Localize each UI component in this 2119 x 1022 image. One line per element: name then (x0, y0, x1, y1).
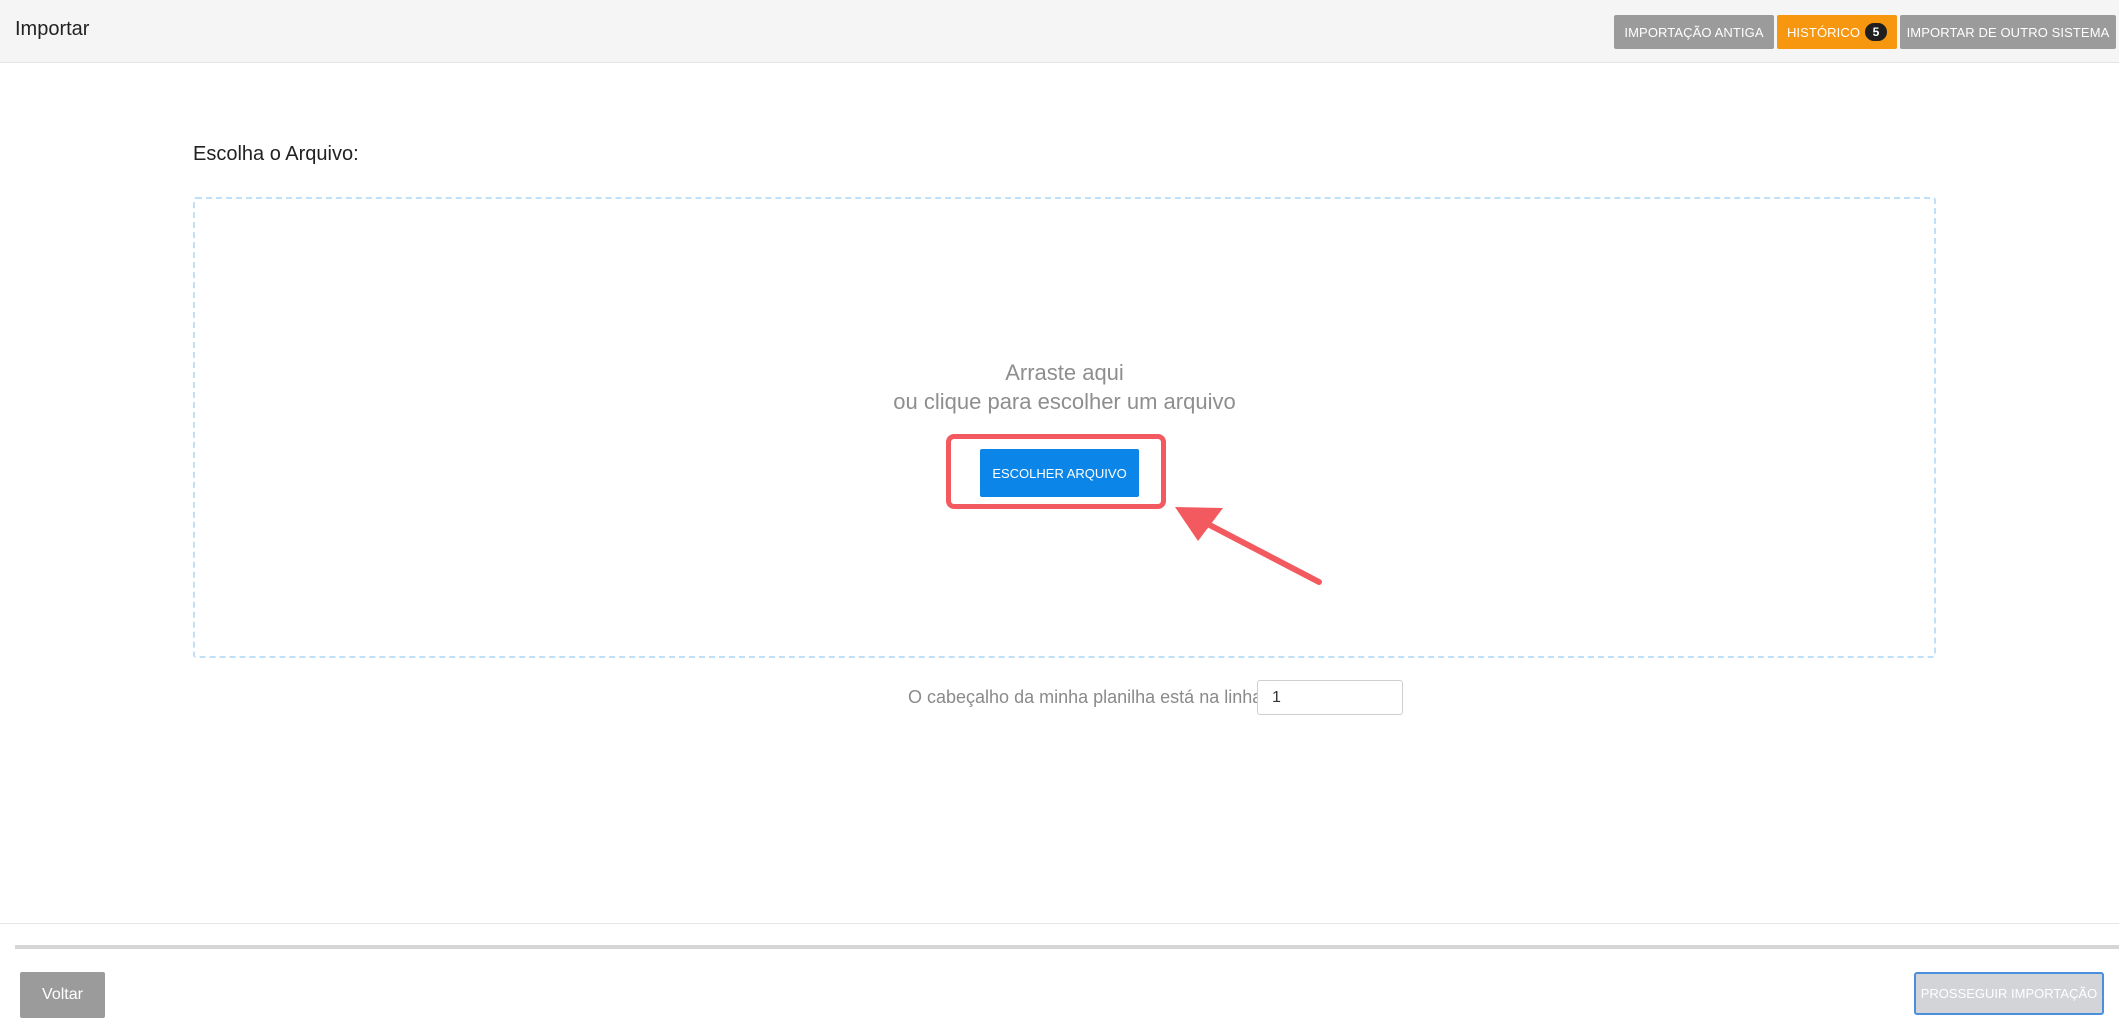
top-bar: Importar IMPORTAÇÃO ANTIGA HISTÓRICO 5 I… (0, 0, 2119, 63)
drag-here-text: Arraste aqui (1005, 360, 1124, 385)
header-row-label: O cabeçalho da minha planilha está na li… (908, 687, 1263, 707)
choose-file-button[interactable]: ESCOLHER ARQUIVO (980, 449, 1139, 497)
back-button[interactable]: Voltar (20, 972, 105, 1018)
history-count-badge: 5 (1865, 23, 1888, 41)
footer-divider (0, 923, 2119, 924)
click-to-choose-text: ou clique para escolher um arquivo (893, 389, 1236, 414)
page-title: Importar (15, 18, 90, 40)
header-row-input[interactable] (1257, 680, 1403, 715)
footer-progress-track (15, 945, 2119, 949)
file-dropzone[interactable] (193, 197, 1936, 658)
history-button-label: HISTÓRICO (1786, 24, 1861, 40)
choose-file-label: Escolha o Arquivo: (193, 143, 359, 165)
import-other-system-button[interactable]: IMPORTAR DE OUTRO SISTEMA (1900, 15, 2116, 49)
old-import-button[interactable]: IMPORTAÇÃO ANTIGA (1614, 15, 1774, 49)
proceed-import-button[interactable]: PROSSEGUIR IMPORTAÇÃO (1914, 972, 2104, 1015)
annotation-arrow-icon (1175, 507, 1322, 585)
history-button[interactable]: HISTÓRICO 5 (1777, 15, 1897, 49)
